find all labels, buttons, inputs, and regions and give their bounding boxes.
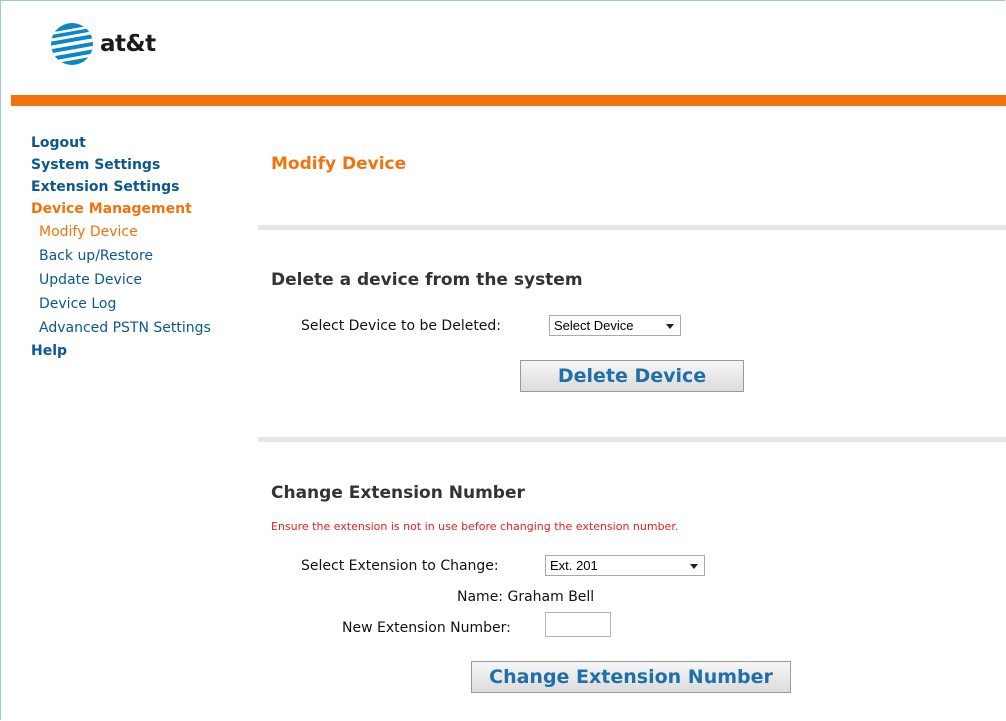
delete-section-title: Delete a device from the system: [271, 270, 583, 290]
extension-name-text: Name: Graham Bell: [457, 589, 595, 605]
att-logo: at&t: [50, 22, 156, 66]
section-divider: [258, 225, 1006, 230]
sidebar-item-system-settings[interactable]: System Settings: [31, 154, 211, 176]
page-title: Modify Device: [271, 154, 407, 174]
sidebar-item-device-log[interactable]: Device Log: [31, 292, 211, 316]
select-extension-value: Ext. 201: [550, 558, 598, 573]
section-divider: [258, 437, 1006, 442]
sidebar-item-back-up-restore[interactable]: Back up/Restore: [31, 244, 211, 268]
change-section-title: Change Extension Number: [271, 483, 525, 503]
select-device-label: Select Device to be Deleted:: [301, 318, 502, 334]
sidebar-item-advanced-pstn-settings[interactable]: Advanced PSTN Settings: [31, 316, 211, 340]
sidebar-item-help[interactable]: Help: [31, 340, 211, 362]
chevron-down-icon: [690, 564, 698, 569]
logo-text: at&t: [100, 31, 156, 57]
change-extension-button[interactable]: Change Extension Number: [471, 661, 791, 693]
sidebar-item-device-management[interactable]: Device Management: [31, 198, 211, 220]
globe-icon: [51, 23, 93, 65]
select-extension-label: Select Extension to Change:: [301, 558, 499, 574]
sidebar-item-update-device[interactable]: Update Device: [31, 268, 211, 292]
header-bar: [11, 95, 1006, 106]
sidebar-item-logout[interactable]: Logout: [31, 132, 211, 154]
select-extension-dropdown[interactable]: Ext. 201: [545, 555, 705, 576]
select-device-value: Select Device: [554, 318, 634, 333]
delete-device-button[interactable]: Delete Device: [520, 360, 744, 392]
new-extension-input[interactable]: [545, 612, 611, 637]
select-device-dropdown[interactable]: Select Device: [549, 315, 681, 336]
sidebar-item-extension-settings[interactable]: Extension Settings: [31, 176, 211, 198]
warning-text: Ensure the extension is not in use befor…: [271, 520, 679, 533]
sidebar-nav: Logout System Settings Extension Settings D…: [31, 132, 211, 362]
sidebar-item-modify-device[interactable]: Modify Device: [31, 220, 211, 244]
new-extension-label: New Extension Number:: [342, 620, 511, 636]
chevron-down-icon: [666, 324, 674, 329]
